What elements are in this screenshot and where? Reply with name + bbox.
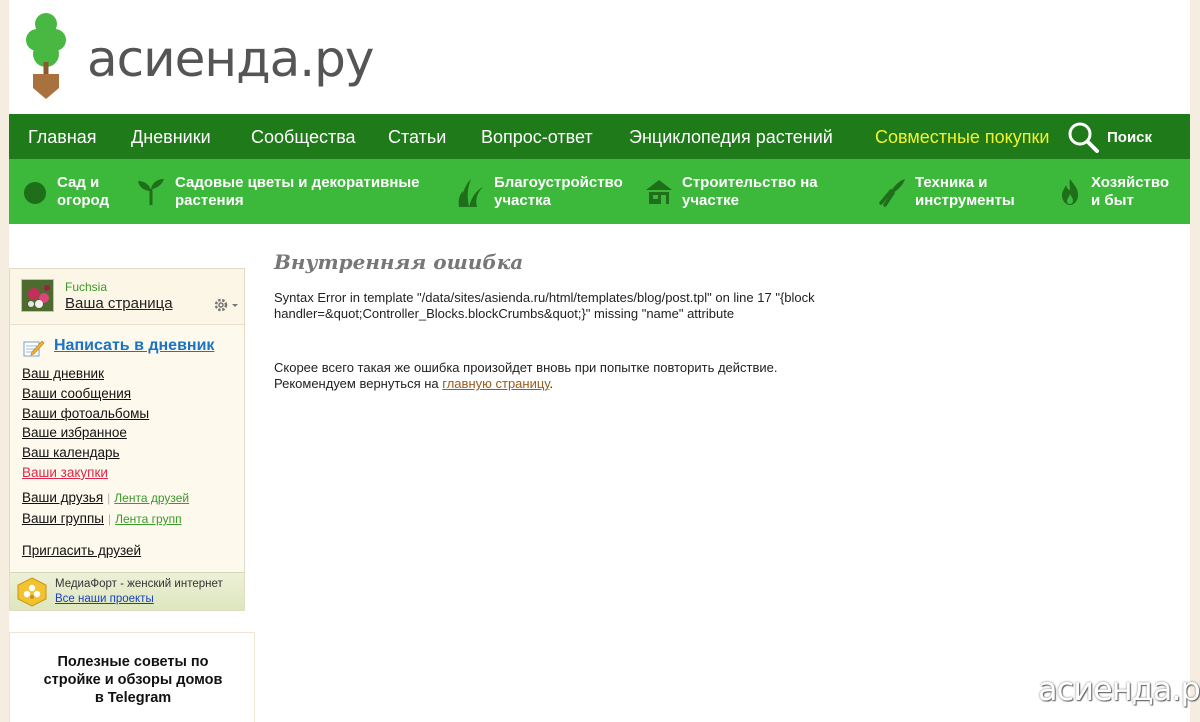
error-message: Syntax Error in template "/data/sites/as…: [274, 290, 815, 321]
link-my-photo-albums[interactable]: Ваши фотоальбомы: [22, 404, 149, 424]
watermark-logo-icon: [1008, 664, 1034, 716]
tomato-icon: [24, 182, 46, 204]
link-my-messages[interactable]: Ваши сообщения: [22, 384, 149, 404]
grass-icon: [458, 179, 483, 207]
all-projects-link[interactable]: Все наши проекты: [55, 593, 154, 605]
telegram-promo-line2: стройке и обзоры домов: [43, 672, 223, 688]
link-my-groups[interactable]: Ваши группы: [22, 511, 104, 526]
category-flowers[interactable]: Садовые цветы и декоративные растения: [136, 159, 436, 224]
category-household-line2: и быт: [1091, 192, 1134, 209]
error-hint-line1: Скорее всего такая же ошибка произойдет …: [274, 360, 778, 375]
watermark-text: асиенда.ру: [1038, 670, 1200, 708]
logo-text: асиенда.ру: [87, 30, 375, 88]
user-links: Ваш дневник Ваши сообщения Ваши фотоальб…: [22, 364, 149, 483]
category-flowers-line1: Садовые цветы и декоративные: [175, 174, 420, 191]
telegram-promo-line1: Полезные советы по: [57, 654, 209, 670]
main-navigation: Главная Дневники Сообщества Статьи Вопро…: [9, 114, 1190, 159]
category-household-line1: Хозяйство: [1091, 174, 1170, 191]
category-landscaping-line1: Благоустройство: [494, 174, 623, 191]
mediafort-title: МедиаФорт - женский интернет: [55, 578, 223, 590]
username[interactable]: Fuchsia: [65, 280, 107, 294]
nav-item-joint-purchases[interactable]: Совместные покупки: [875, 127, 1049, 148]
error-hint-suffix: .: [549, 376, 554, 391]
mediafort-logo-icon: [17, 577, 47, 607]
nav-item-plant-encyclopedia[interactable]: Энциклопедия растений: [629, 127, 833, 148]
category-construction[interactable]: Строительство на участке: [645, 159, 835, 224]
link-my-favorites[interactable]: Ваше избранное: [22, 423, 149, 443]
category-flowers-line2: растения: [175, 192, 244, 209]
nav-item-qa[interactable]: Вопрос-ответ: [481, 127, 593, 148]
search-icon: [1068, 122, 1099, 153]
nav-item-articles[interactable]: Статьи: [388, 127, 446, 148]
sprout-icon: [138, 179, 164, 205]
nav-item-communities[interactable]: Сообщества: [251, 127, 356, 148]
friends-separator: |: [107, 491, 111, 505]
groups-row: Ваши группы | Лента групп: [22, 511, 182, 526]
house-icon: [646, 180, 672, 204]
category-garden-line1: Сад и: [57, 174, 100, 191]
my-page-link[interactable]: Ваша страница: [65, 295, 173, 312]
watermark: асиенда.ру: [1008, 664, 1200, 719]
telegram-promo[interactable]: Полезные советы по стройке и обзоры домо…: [9, 632, 255, 722]
link-my-friends[interactable]: Ваши друзья: [22, 490, 103, 505]
search-button[interactable]: Поиск: [1067, 121, 1172, 153]
homepage-link[interactable]: главную страницу: [442, 376, 549, 391]
invite-friends-link[interactable]: Пригласить друзей: [22, 543, 141, 558]
fire-icon: [1062, 179, 1078, 205]
mediafort-banner: МедиаФорт - женский интернет Все наши пр…: [10, 572, 244, 610]
category-tools-line2: инструменты: [915, 192, 1015, 209]
link-my-calendar[interactable]: Ваш календарь: [22, 443, 149, 463]
category-navigation: Сад и огород Садовые цветы и декоративны…: [9, 159, 1190, 224]
pruner-icon: [879, 179, 905, 207]
nav-item-home[interactable]: Главная: [28, 127, 97, 148]
category-tools-line1: Техника и: [915, 174, 988, 191]
fuchsia-flower-avatar-icon: [22, 280, 53, 311]
error-title: Внутренняя ошибка: [274, 250, 524, 274]
user-box: Fuchsia Ваша страница: [10, 269, 244, 325]
category-landscaping-line2: участка: [494, 192, 551, 209]
telegram-promo-line3: в Telegram: [94, 690, 172, 706]
category-construction-line1: Строительство на: [682, 174, 818, 191]
avatar[interactable]: [21, 279, 54, 312]
nav-item-diaries[interactable]: Дневники: [131, 127, 211, 148]
category-tools[interactable]: Техника и инструменты: [877, 159, 1027, 224]
write-diary-link[interactable]: Написать в дневник: [54, 337, 214, 355]
link-groups-feed[interactable]: Лента групп: [115, 512, 181, 526]
notepad-pencil-icon: [23, 340, 45, 357]
error-hint-prefix: Рекомендуем вернуться на: [274, 376, 443, 391]
user-sidebar: Fuchsia Ваша страница Написать в дневник…: [9, 268, 245, 611]
error-content: Внутренняя ошибка Syntax Error in templa…: [274, 250, 914, 392]
error-hint: Скорее всего такая же ошибка произойдет …: [274, 360, 914, 392]
category-landscaping[interactable]: Благоустройство участка: [457, 159, 637, 224]
link-friends-feed[interactable]: Лента друзей: [114, 491, 189, 505]
category-garden-line2: огород: [57, 192, 110, 209]
category-construction-line2: участке: [682, 192, 739, 209]
search-label: Поиск: [1107, 129, 1153, 146]
page: асиенда.ру Главная Дневники Сообщества С…: [9, 0, 1200, 722]
link-my-purchases[interactable]: Ваши закупки: [22, 463, 149, 483]
site-logo[interactable]: асиенда.ру: [25, 12, 375, 102]
groups-separator: |: [108, 512, 112, 526]
friends-row: Ваши друзья | Лента друзей: [22, 490, 189, 505]
category-garden[interactable]: Сад и огород: [21, 159, 121, 224]
link-my-diary[interactable]: Ваш дневник: [22, 364, 149, 384]
gear-icon[interactable]: [213, 297, 239, 313]
tree-shovel-logo-icon: [26, 13, 66, 99]
category-household[interactable]: Хозяйство и быт: [1058, 159, 1183, 224]
